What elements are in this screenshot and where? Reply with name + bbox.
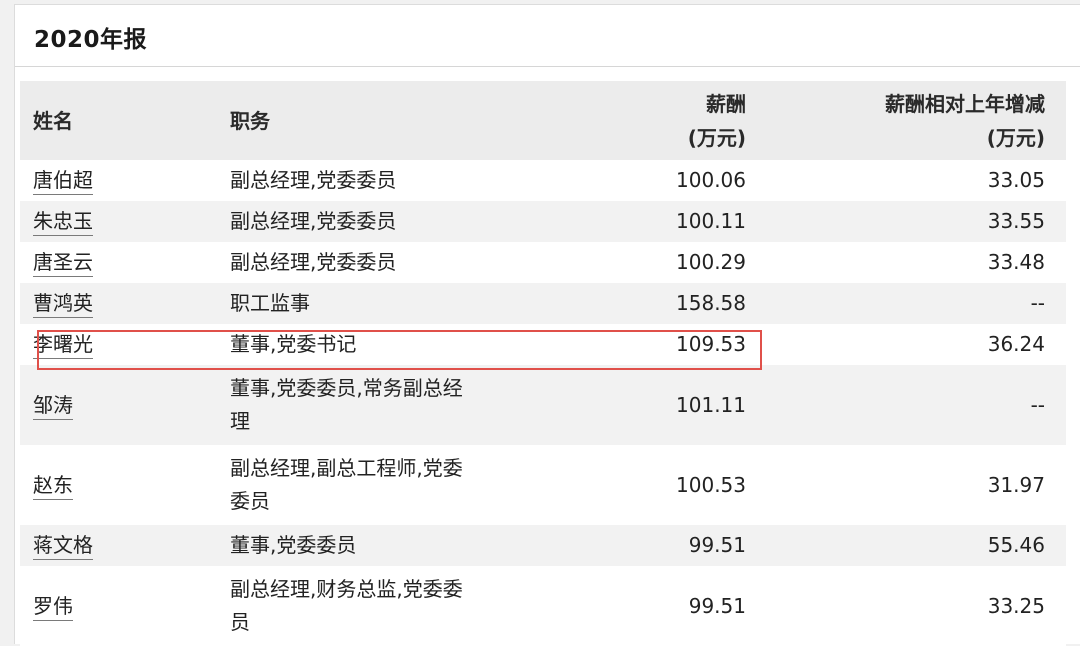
person-name-link[interactable]: 唐伯超: [33, 166, 93, 195]
role-line: 委员: [230, 489, 270, 513]
role-line: 理: [230, 409, 250, 433]
table-row: 唐伯超 副总经理,党委委员 100.06 33.05: [20, 160, 1066, 201]
salary-table: 姓名 职务 薪酬 (万元) 薪酬相对上年增减 (万元) 唐伯超 副总经理,党委委…: [20, 81, 1066, 646]
person-name-link[interactable]: 唐圣云: [33, 248, 93, 277]
role-cell: 董事,党委书记: [230, 324, 530, 365]
role-cell: 副总经理,党委委员: [230, 201, 530, 242]
role-cell: 副总经理,党委委员: [230, 160, 530, 201]
change-cell: 33.25: [746, 566, 1066, 646]
table-row: 邹涛 董事,党委委员,常务副总经 理 101.11 --: [20, 365, 1066, 445]
person-name-link[interactable]: 蒋文格: [33, 531, 93, 560]
page-title: 2020年报: [34, 27, 148, 53]
salary-cell: 109.53: [530, 324, 746, 365]
person-name-link[interactable]: 赵东: [33, 471, 73, 500]
role-line: 副总经理,副总工程师,党委: [230, 456, 463, 480]
change-cell: 33.55: [746, 201, 1066, 242]
column-header-salary-label: 薪酬: [706, 91, 746, 116]
role-cell: 董事,党委委员: [230, 525, 530, 566]
role-cell: 董事,党委委员,常务副总经 理: [230, 365, 530, 445]
column-header-salary-unit: (万元): [687, 125, 746, 150]
salary-cell: 100.29: [530, 242, 746, 283]
column-header-name[interactable]: 姓名: [20, 81, 230, 160]
salary-cell: 99.51: [530, 566, 746, 646]
table-header-row: 姓名 职务 薪酬 (万元) 薪酬相对上年增减 (万元): [20, 81, 1066, 160]
person-name-link[interactable]: 李曙光: [33, 330, 93, 359]
change-cell: --: [746, 283, 1066, 324]
column-header-salary[interactable]: 薪酬 (万元): [530, 81, 746, 160]
change-cell: 31.97: [746, 445, 1066, 525]
role-line: 董事,党委委员,常务副总经: [230, 376, 463, 400]
role-cell: 职工监事: [230, 283, 530, 324]
person-name-link[interactable]: 罗伟: [33, 592, 73, 621]
change-cell: 36.24: [746, 324, 1066, 365]
change-cell: 55.46: [746, 525, 1066, 566]
salary-cell: 100.53: [530, 445, 746, 525]
salary-cell: 99.51: [530, 525, 746, 566]
column-header-change[interactable]: 薪酬相对上年增减 (万元): [746, 81, 1066, 160]
person-name-link[interactable]: 朱忠玉: [33, 207, 93, 236]
change-cell: 33.48: [746, 242, 1066, 283]
salary-cell: 101.11: [530, 365, 746, 445]
table-row-highlighted: 李曙光 董事,党委书记 109.53 36.24: [20, 324, 1066, 365]
table-row: 蒋文格 董事,党委委员 99.51 55.46: [20, 525, 1066, 566]
panel-header: 2020年报: [15, 5, 1080, 67]
person-name-link[interactable]: 邹涛: [33, 391, 73, 420]
salary-cell: 100.06: [530, 160, 746, 201]
role-line: 员: [230, 610, 250, 634]
table-row: 罗伟 副总经理,财务总监,党委委 员 99.51 33.25: [20, 566, 1066, 646]
salary-cell: 100.11: [530, 201, 746, 242]
role-cell: 副总经理,党委委员: [230, 242, 530, 283]
person-name-link[interactable]: 曹鸿英: [33, 289, 93, 318]
column-header-role[interactable]: 职务: [230, 81, 530, 160]
role-cell: 副总经理,财务总监,党委委 员: [230, 566, 530, 646]
table-row: 唐圣云 副总经理,党委委员 100.29 33.48: [20, 242, 1066, 283]
role-line: 副总经理,财务总监,党委委: [230, 577, 463, 601]
change-cell: --: [746, 365, 1066, 445]
salary-cell: 158.58: [530, 283, 746, 324]
table-row: 曹鸿英 职工监事 158.58 --: [20, 283, 1066, 324]
table-row: 赵东 副总经理,副总工程师,党委 委员 100.53 31.97: [20, 445, 1066, 525]
change-cell: 33.05: [746, 160, 1066, 201]
table-row: 朱忠玉 副总经理,党委委员 100.11 33.55: [20, 201, 1066, 242]
column-header-change-label: 薪酬相对上年增减: [885, 91, 1045, 116]
column-header-change-unit: (万元): [986, 125, 1045, 150]
role-cell: 副总经理,副总工程师,党委 委员: [230, 445, 530, 525]
